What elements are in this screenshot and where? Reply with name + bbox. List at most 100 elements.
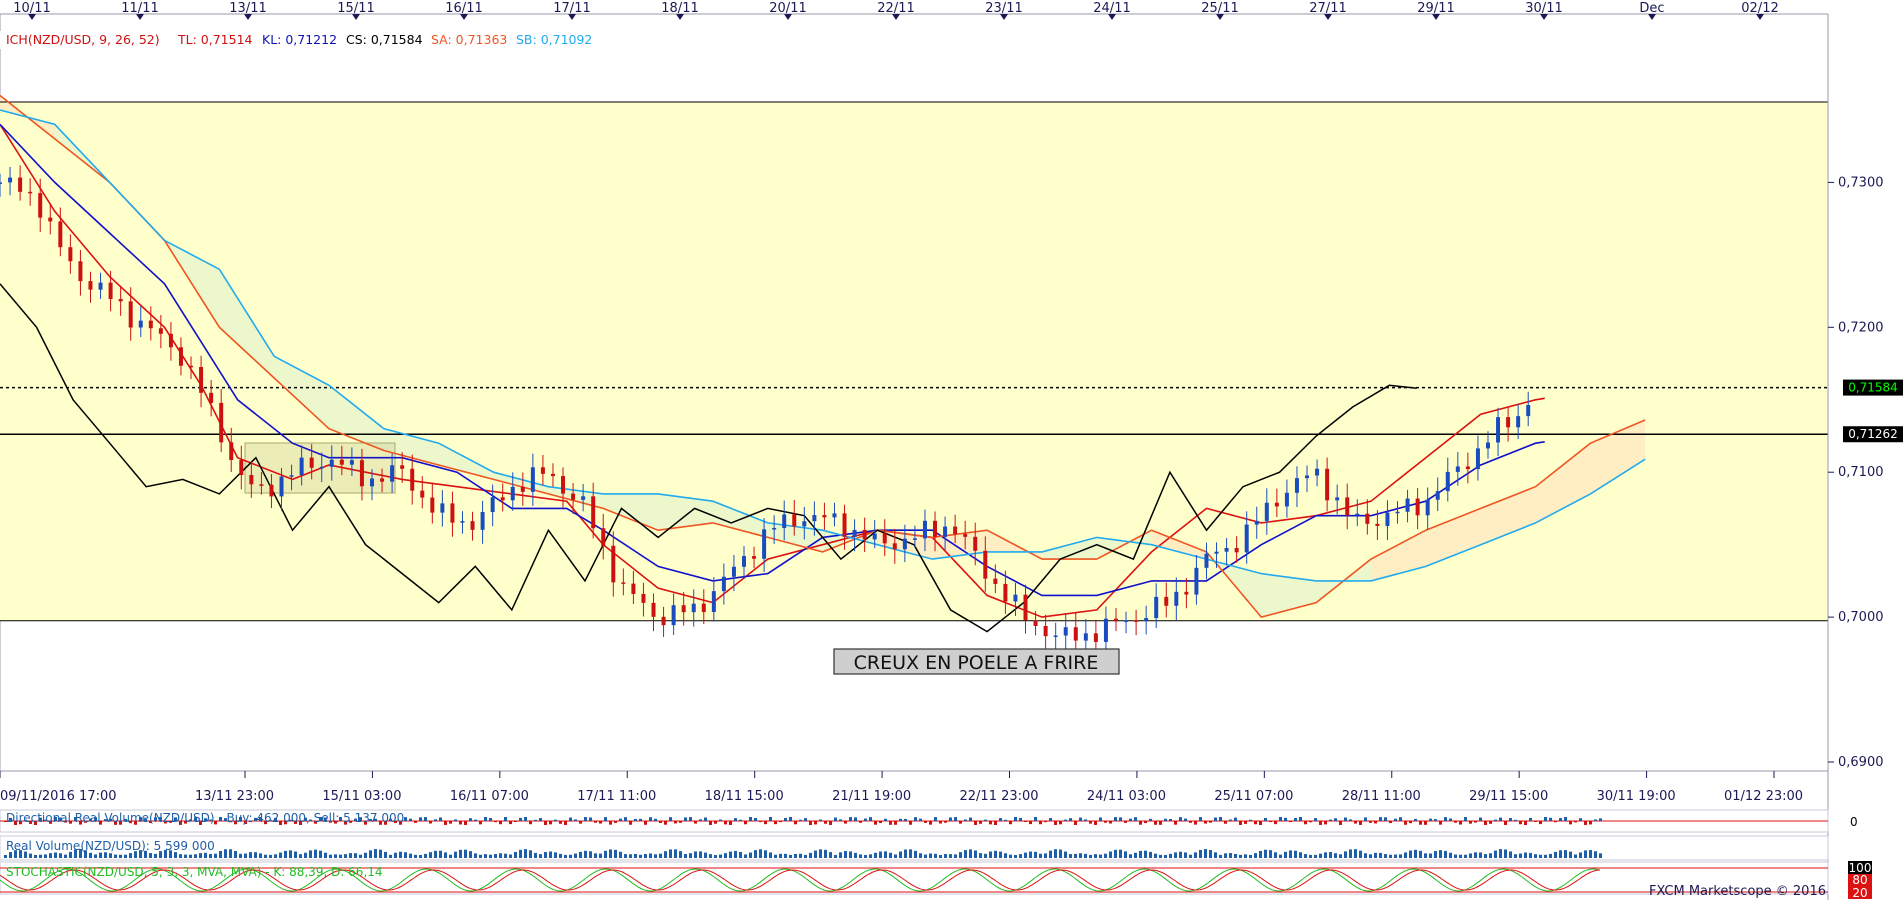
candle-body — [299, 457, 304, 476]
real-volume-bar — [1384, 854, 1387, 858]
real-volume-bar — [424, 853, 427, 858]
real-volume-bar — [1289, 850, 1292, 858]
directional-volume-bar — [1389, 821, 1392, 823]
real-volume-bar — [609, 849, 612, 858]
directional-volume-bar — [954, 817, 957, 821]
time-axis-label: 18/11 15:00 — [705, 789, 784, 804]
directional-volume-bar — [804, 818, 807, 821]
candle-body — [1174, 591, 1179, 606]
time-axis-label: 13/11 23:00 — [195, 789, 274, 804]
real-volume-bar — [294, 851, 297, 858]
directional-volume-bar — [1574, 821, 1577, 823]
candle-body — [762, 529, 767, 559]
real-volume-bar — [124, 854, 127, 858]
time-axis-label: 28/11 11:00 — [1342, 789, 1421, 804]
real-volume-bar — [1084, 853, 1087, 858]
candle-body — [1164, 596, 1169, 606]
top-date-label: 25/11 — [1201, 1, 1238, 16]
real-volume-bar — [1584, 850, 1587, 858]
candle-body — [309, 457, 314, 468]
directional-volume-bar — [859, 821, 862, 823]
candle-body — [983, 550, 988, 579]
directional-volume-bar — [1124, 821, 1127, 823]
candle-body — [711, 591, 716, 613]
candle-body — [842, 513, 847, 537]
real-volume-bar — [444, 852, 447, 858]
real-volume-bar — [879, 851, 882, 858]
directional-volume-bar — [1209, 821, 1212, 823]
real-volume-bar — [649, 853, 652, 858]
real-volume-bar — [1329, 852, 1332, 858]
real-volume-bar — [714, 854, 717, 858]
real-volume-bar — [1534, 854, 1537, 858]
real-volume-bar — [244, 853, 247, 858]
real-volume-bar — [809, 852, 812, 858]
directional-volume-bar — [1044, 821, 1047, 823]
real-volume-bar — [1324, 852, 1327, 858]
real-volume-bar — [359, 854, 362, 858]
real-volume-bar — [1484, 854, 1487, 858]
candle-body — [802, 521, 807, 527]
real-volume-bar — [534, 852, 537, 858]
candle-body — [400, 465, 405, 469]
directional-volume-bar — [844, 821, 847, 824]
real-volume-bar — [859, 854, 862, 858]
directional-volume-bar — [494, 821, 497, 823]
directional-axis-zero: 0 — [1850, 815, 1858, 829]
real-volume-bar — [1364, 853, 1367, 858]
real-volume-bar — [1109, 851, 1112, 858]
candle-body — [1526, 404, 1531, 417]
real-volume-bar — [899, 851, 902, 858]
directional-volume-bar — [1599, 818, 1602, 821]
directional-volume-bar — [1229, 819, 1232, 821]
directional-volume-bar — [479, 821, 482, 825]
directional-volume-bar — [1319, 821, 1322, 825]
directional-volume-bar — [764, 821, 767, 825]
candle-body — [1033, 620, 1038, 626]
directional-volume-bar — [884, 818, 887, 821]
candle-body — [1395, 511, 1400, 514]
directional-volume-bar — [1404, 821, 1407, 825]
real-volume-bar — [299, 854, 302, 858]
real-volume-bar — [629, 854, 632, 858]
directional-volume-bar — [1084, 819, 1087, 821]
real-volume-bar — [1464, 854, 1467, 858]
candle-body — [1234, 548, 1239, 553]
directional-volume-bar — [409, 818, 412, 821]
real-volume-bar — [994, 850, 997, 858]
directional-volume-bar — [614, 821, 617, 823]
price-chart[interactable]: 10/11 11/11 13/11 15/11 16/11 17/11 18/11 20/11… — [0, 0, 1903, 900]
real-volume-bar — [1264, 849, 1267, 858]
directional-volume-bar — [544, 821, 547, 825]
candle-body — [993, 578, 998, 584]
directional-volume-bar — [469, 818, 472, 821]
directional-volume-bar — [944, 821, 947, 823]
candle-body — [963, 534, 968, 537]
directional-volume-bar — [1359, 821, 1362, 825]
candle-body — [691, 603, 696, 613]
directional-volume-bar — [1074, 821, 1077, 825]
directional-volume-bar — [1269, 821, 1272, 823]
candle-body — [8, 177, 13, 183]
real-volume-bar — [1234, 853, 1237, 858]
real-volume-bar — [1399, 854, 1402, 858]
y-tick-label: 0,6900 — [1838, 755, 1884, 770]
real-volume-bar — [459, 849, 462, 858]
real-volume-bar — [209, 853, 212, 858]
directional-volume-bar — [1384, 817, 1387, 821]
legend-tl: TL: 0,71514 — [177, 32, 253, 47]
candle-body — [1496, 417, 1501, 443]
candle-body — [239, 460, 244, 476]
real-volume-bar — [479, 854, 482, 858]
directional-volume-bar — [729, 821, 732, 825]
real-volume-bar — [434, 850, 437, 858]
time-axis-label: 22/11 23:00 — [960, 789, 1039, 804]
directional-volume-bar — [1154, 821, 1157, 825]
directional-volume-bar — [744, 821, 747, 825]
directional-volume-bar — [719, 819, 722, 821]
candle-body — [1194, 567, 1199, 595]
directional-volume-bar — [689, 817, 692, 821]
directional-volume-bar — [1284, 817, 1287, 821]
real-volume-bar — [184, 854, 187, 858]
top-date-label: 18/11 — [661, 1, 698, 16]
